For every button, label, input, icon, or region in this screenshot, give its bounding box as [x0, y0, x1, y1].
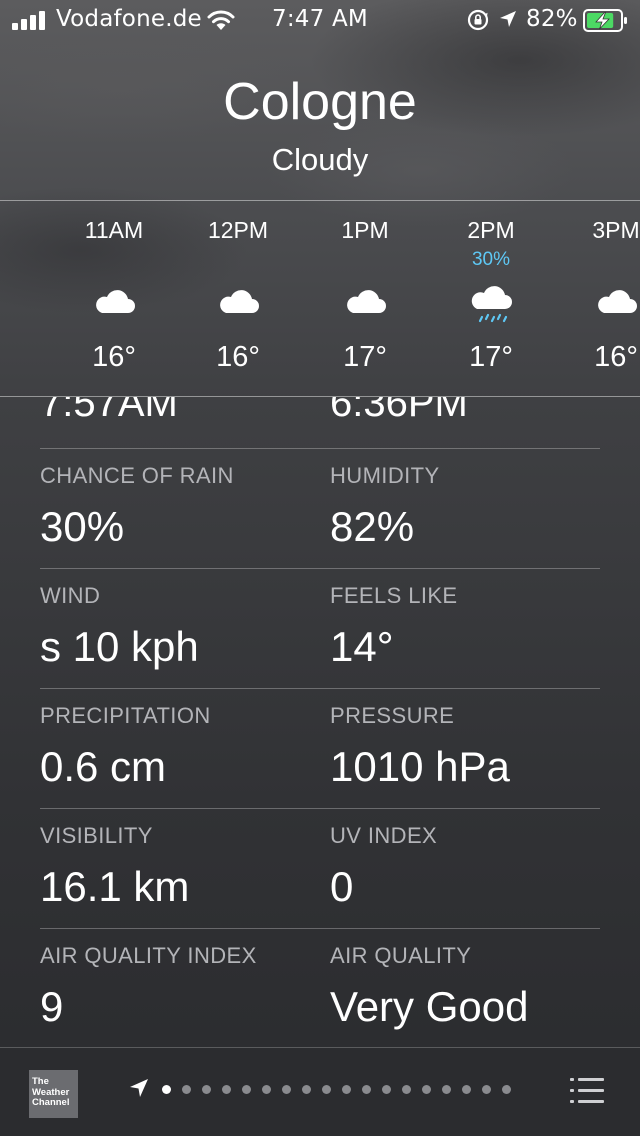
page-dot[interactable]: [422, 1085, 431, 1094]
battery-percent: 82%: [526, 6, 578, 32]
detail-row-wind-feels: WIND s 10 kph FEELS LIKE 14°: [40, 517, 600, 670]
orientation-lock-icon: [467, 9, 489, 31]
carrier-name: Vodafone.de: [56, 6, 202, 32]
weather-channel-logo[interactable]: The Weather Channel: [29, 1070, 78, 1118]
page-dot[interactable]: [202, 1085, 211, 1094]
hour-temperature: 17°: [343, 341, 387, 373]
wifi-icon: [207, 10, 235, 30]
page-dot[interactable]: [222, 1085, 231, 1094]
detail-label: PRECIPITATION: [40, 703, 211, 728]
rain-cloud-icon: [471, 286, 512, 323]
page-dot[interactable]: [442, 1085, 451, 1094]
detail-value: 9: [40, 983, 64, 1030]
bottom-toolbar: The Weather Channel: [0, 1048, 640, 1136]
detail-label: PRESSURE: [330, 703, 455, 728]
page-dot[interactable]: [302, 1085, 311, 1094]
signal-strength-icon: [12, 10, 48, 30]
page-dot[interactable]: [402, 1085, 411, 1094]
list-icon[interactable]: [568, 1076, 606, 1106]
detail-row-visibility-uv: VISIBILITY 16.1 km UV INDEX 0: [40, 757, 600, 910]
page-dot[interactable]: [282, 1085, 291, 1094]
detail-label: WIND: [40, 583, 101, 608]
hour-label: 3PM: [592, 217, 640, 243]
status-bar: Vodafone.de 7:47 AM 82%: [0, 0, 640, 40]
battery-charging-icon: [583, 9, 627, 32]
detail-label: UV INDEX: [330, 823, 438, 848]
page-dot[interactable]: [242, 1085, 251, 1094]
cloud-icon: [347, 290, 386, 313]
page-dot[interactable]: [362, 1085, 371, 1094]
hour-temperature: 16°: [92, 341, 136, 373]
page-dot[interactable]: [382, 1085, 391, 1094]
page-dot[interactable]: [262, 1085, 271, 1094]
city-name: Cologne: [223, 73, 417, 131]
page-dot[interactable]: [182, 1085, 191, 1094]
hour-label: 1PM: [341, 217, 389, 243]
page-dot[interactable]: [502, 1085, 511, 1094]
detail-row-air-quality: AIR QUALITY INDEX 9 AIR QUALITY Very Goo…: [40, 877, 600, 1030]
detail-label: HUMIDITY: [330, 463, 440, 488]
hour-temperature: 17°: [469, 341, 513, 373]
current-condition: Cloudy: [271, 142, 369, 177]
cloud-icon: [598, 290, 637, 313]
hourly-forecast[interactable]: M ° 11AM 16° 12PM 16° 1PM 17° 2PM 30%: [0, 201, 640, 396]
cloud-icon: [96, 290, 135, 313]
detail-label: CHANCE OF RAIN: [40, 463, 234, 488]
location-arrow-icon[interactable]: [128, 1077, 150, 1099]
hour-label: M: [0, 217, 8, 244]
detail-label: VISIBILITY: [40, 823, 153, 848]
hour-label: 12PM: [207, 217, 269, 243]
detail-label: FEELS LIKE: [330, 583, 458, 608]
page-dot[interactable]: [162, 1085, 171, 1094]
detail-label: AIR QUALITY: [330, 943, 472, 968]
hour-temperature: 16°: [216, 341, 260, 373]
detail-value: Very Good: [330, 983, 529, 1030]
detail-row-rain-humidity: CHANCE OF RAIN 30% HUMIDITY 82%: [40, 397, 600, 550]
page-dot[interactable]: [342, 1085, 351, 1094]
hour-label: 11AM: [84, 217, 144, 243]
page-dot[interactable]: [322, 1085, 331, 1094]
detail-row-precip-pressure: PRECIPITATION 0.6 cm PRESSURE 1010 hPa: [40, 637, 600, 790]
detail-label: AIR QUALITY INDEX: [40, 943, 257, 968]
cloud-icon: [220, 290, 259, 313]
hour-precip-chance: 30%: [471, 249, 511, 270]
page-dot[interactable]: [462, 1085, 471, 1094]
hour-temperature: °: [0, 341, 8, 374]
weather-details[interactable]: 7:57AM 6:36PM CHANCE OF RAIN 30% HUMIDIT…: [0, 397, 640, 1047]
hour-temperature: 16°: [594, 341, 638, 373]
status-time: 7:47 AM: [272, 6, 368, 32]
hour-label: 2PM: [467, 217, 515, 243]
page-dot[interactable]: [482, 1085, 491, 1094]
location-arrow-icon: [500, 11, 516, 27]
